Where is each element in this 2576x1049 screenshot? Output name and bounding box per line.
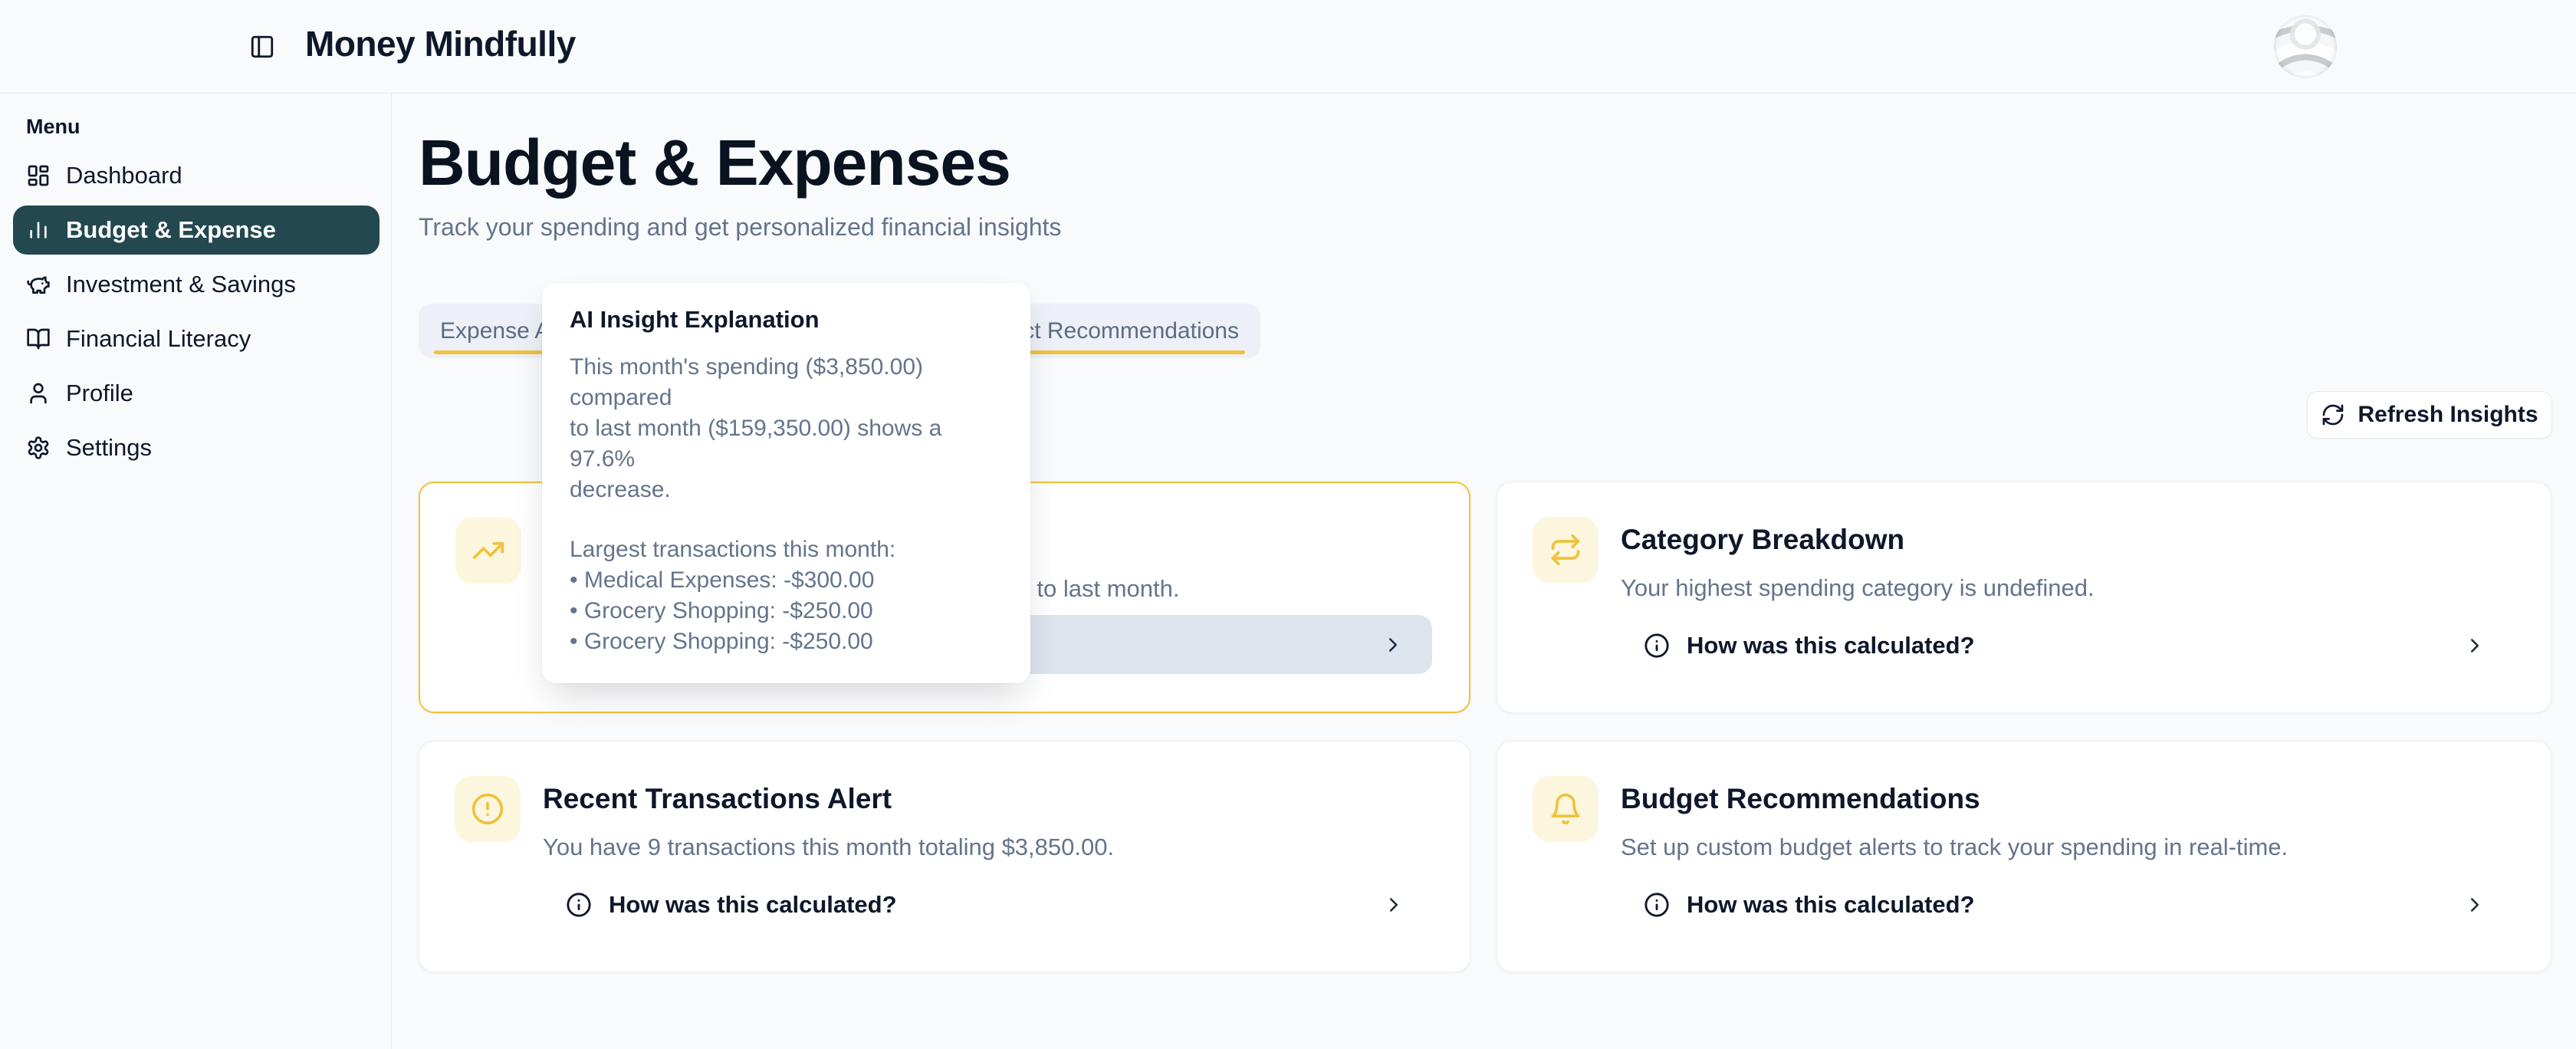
sidebar-item-profile[interactable]: Profile: [13, 369, 380, 418]
popover-transactions-heading: Largest transactions this month:: [570, 534, 1003, 565]
popover-line: decrease.: [570, 475, 1003, 505]
info-icon: [566, 892, 592, 918]
card-title: Category Breakdown: [1621, 524, 1904, 556]
popover-bullet: • Grocery Shopping: -$250.00: [570, 626, 1003, 657]
sidebar-item-budget-expense[interactable]: Budget & Expense: [13, 206, 380, 255]
bar-chart-icon: [26, 218, 51, 242]
card-title: Recent Transactions Alert: [543, 783, 892, 815]
chevron-right-icon: [2463, 893, 2486, 916]
piggy-bank-icon: [26, 272, 51, 297]
how-calculated-label: How was this calculated?: [1687, 632, 1975, 659]
sidebar-toggle-button[interactable]: [244, 28, 281, 65]
user-avatar[interactable]: [2274, 15, 2337, 78]
how-calculated-label: How was this calculated?: [609, 891, 897, 919]
sidebar-menu-label: Menu: [26, 115, 80, 139]
sidebar: Menu Dashboard Budget & Expense Investme…: [0, 94, 392, 1049]
sidebar-item-dashboard[interactable]: Dashboard: [13, 151, 380, 200]
card-category-breakdown: Category Breakdown Your highest spending…: [1497, 482, 2551, 713]
card-description: Your highest spending category is undefi…: [1621, 574, 2095, 602]
chevron-right-icon: [1382, 893, 1405, 916]
card-title: Budget Recommendations: [1621, 783, 1980, 815]
info-icon: [1644, 892, 1670, 918]
card-description: You have 9 transactions this month total…: [543, 834, 1114, 861]
popover-bullet: • Medical Expenses: -$300.00: [570, 565, 1003, 596]
refresh-icon: [2321, 403, 2345, 427]
card-description: Set up custom budget alerts to track you…: [1621, 834, 2288, 861]
popover-spacer: [570, 505, 1003, 534]
sidebar-item-financial-literacy[interactable]: Financial Literacy: [13, 314, 380, 363]
card-recent-transactions-alert: Recent Transactions Alert You have 9 tra…: [419, 741, 1470, 972]
sidebar-item-label: Dashboard: [66, 162, 182, 189]
sidebar-item-label: Financial Literacy: [66, 325, 251, 353]
gear-icon: [26, 436, 51, 460]
how-calculated-link[interactable]: How was this calculated?: [543, 875, 1433, 934]
bell-icon: [1533, 776, 1598, 842]
popover-title: AI Insight Explanation: [570, 306, 1003, 334]
page-subtitle: Track your spending and get personalized…: [419, 213, 1061, 242]
sidebar-item-investment-savings[interactable]: Investment & Savings: [13, 260, 380, 309]
popover-body: This month's spending ($3,850.00) compar…: [570, 352, 1003, 657]
info-icon: [1644, 633, 1670, 659]
app-root: Money Mindfully Menu Dashboard Budget & …: [0, 0, 2576, 1049]
refresh-insights-label: Refresh Insights: [2358, 402, 2538, 428]
repeat-icon: [1533, 517, 1598, 583]
how-calculated-label: How was this calculated?: [1687, 891, 1975, 919]
card-budget-recommendations: Budget Recommendations Set up custom bud…: [1497, 741, 2551, 972]
sidebar-item-settings[interactable]: Settings: [13, 423, 380, 472]
user-icon: [26, 381, 51, 406]
chevron-right-icon: [1382, 633, 1405, 656]
main-content: Budget & Expenses Track your spending an…: [392, 94, 2576, 1049]
how-calculated-link[interactable]: How was this calculated?: [1621, 875, 2514, 934]
dashboard-icon: [26, 163, 51, 188]
panel-left-icon: [249, 34, 275, 60]
how-calculated-link[interactable]: How was this calculated?: [1621, 616, 2514, 675]
sidebar-item-label: Settings: [66, 434, 152, 462]
header: Money Mindfully: [0, 0, 2576, 94]
alert-circle-icon: [455, 776, 521, 842]
ai-insight-popover: AI Insight Explanation This month's spen…: [542, 283, 1030, 683]
page-title: Budget & Expenses: [419, 127, 1010, 198]
sidebar-item-label: Investment & Savings: [66, 271, 296, 298]
refresh-insights-button[interactable]: Refresh Insights: [2307, 391, 2552, 439]
popover-line: to last month ($159,350.00) shows a 97.6…: [570, 413, 1003, 475]
chevron-right-icon: [2463, 634, 2486, 657]
popover-line: This month's spending ($3,850.00) compar…: [570, 352, 1003, 413]
sidebar-item-label: Profile: [66, 380, 133, 407]
book-open-icon: [26, 327, 51, 351]
trending-up-icon: [455, 518, 521, 584]
app-title: Money Mindfully: [305, 23, 576, 64]
popover-bullet: • Grocery Shopping: -$250.00: [570, 596, 1003, 626]
sidebar-item-label: Budget & Expense: [66, 216, 276, 244]
sidebar-nav: Dashboard Budget & Expense Investment & …: [13, 151, 380, 472]
